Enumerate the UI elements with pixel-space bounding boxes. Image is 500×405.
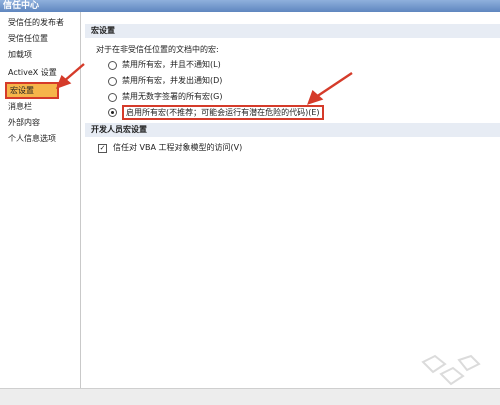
sidebar-item-add-ins[interactable]: 加载项 xyxy=(8,48,32,62)
macro-settings-description: 对于在非受信任位置的文档中的宏: xyxy=(96,45,219,54)
title-bar: 信任中心 xyxy=(0,0,500,12)
sidebar-item-privacy-options[interactable]: 个人信息选项 xyxy=(8,132,56,146)
sidebar-item-message-bar[interactable]: 消息栏 xyxy=(8,100,32,114)
sidebar: 受信任的发布者 受信任位置 加载项 ActiveX 设置 宏设置 消息栏 外部内… xyxy=(0,12,81,405)
developer-macro-settings-header: 开发人员宏设置 xyxy=(85,123,500,137)
radio-disable-no-notify[interactable]: 禁用所有宏，并且不通知(L) xyxy=(108,59,221,71)
radio-button[interactable] xyxy=(108,76,117,86)
radio-label: 禁用所有宏，并发出通知(D) xyxy=(122,76,223,85)
radio-button[interactable] xyxy=(108,60,117,70)
watermark-logo-icon xyxy=(421,354,481,386)
radio-disable-with-notify[interactable]: 禁用所有宏，并发出通知(D) xyxy=(108,75,222,87)
checkbox-label: 信任对 VBA 工程对象模型的访问(V) xyxy=(113,143,243,152)
checkbox[interactable]: ✓ xyxy=(98,143,107,153)
trust-center-window: 信任中心 受信任的发布者 受信任位置 加载项 ActiveX 设置 宏设置 消息… xyxy=(0,0,500,405)
macro-settings-header: 宏设置 xyxy=(85,24,500,38)
main-panel: 宏设置 对于在非受信任位置的文档中的宏: 禁用所有宏，并且不通知(L) 禁用所有… xyxy=(85,12,500,405)
radio-enable-all-macros[interactable]: 启用所有宏(不推荐；可能会运行有潜在危险的代码)(E) xyxy=(108,104,324,120)
radio-label: 禁用无数字签署的所有宏(G) xyxy=(122,92,223,101)
sidebar-item-activex-settings[interactable]: ActiveX 设置 xyxy=(8,66,57,80)
sidebar-item-trusted-publishers[interactable]: 受信任的发布者 xyxy=(8,16,64,30)
radio-label-highlighted: 启用所有宏(不推荐；可能会运行有潜在危险的代码)(E) xyxy=(122,104,324,120)
radio-label: 禁用所有宏，并且不通知(L) xyxy=(122,60,221,69)
radio-disable-unsigned[interactable]: 禁用无数字签署的所有宏(G) xyxy=(108,91,222,103)
trust-vba-access-checkbox-row[interactable]: ✓ 信任对 VBA 工程对象模型的访问(V) xyxy=(98,142,242,154)
radio-button-checked[interactable] xyxy=(108,107,117,117)
window-title: 信任中心 xyxy=(3,1,40,11)
radio-button[interactable] xyxy=(108,92,117,102)
sidebar-item-external-content[interactable]: 外部内容 xyxy=(8,116,40,130)
sidebar-item-macro-settings[interactable]: 宏设置 xyxy=(5,82,59,99)
sidebar-item-trusted-locations[interactable]: 受信任位置 xyxy=(8,32,48,46)
